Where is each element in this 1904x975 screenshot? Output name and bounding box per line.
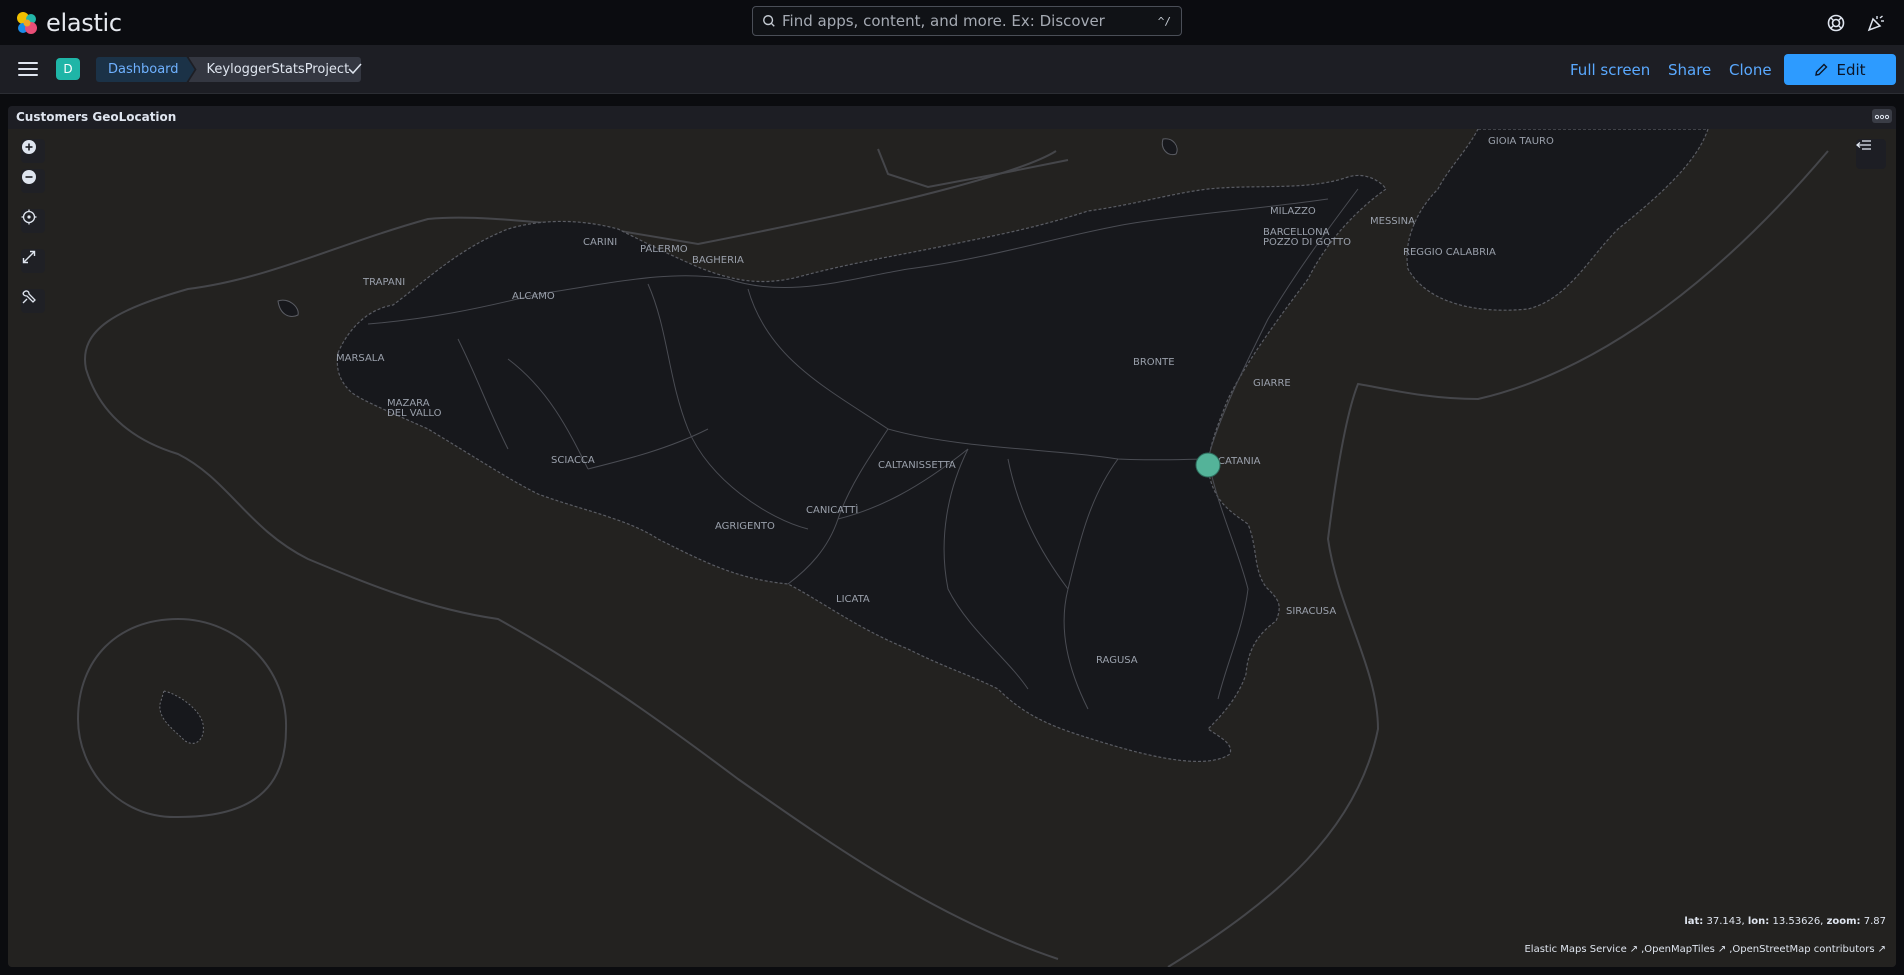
city-label: CATANIA [1218,456,1261,467]
search-icon [763,15,775,27]
help-icon[interactable] [1826,13,1846,33]
edit-button[interactable]: Edit [1784,54,1896,85]
top-header: elastic ^/ [0,0,1904,45]
map-attribution: Elastic Maps Service ↗ ,OpenMapTiles ↗ ,… [1524,944,1886,955]
zoom-out-button[interactable] [21,169,45,193]
global-search[interactable]: ^/ [752,6,1182,36]
external-link-icon: ↗ [1717,944,1727,955]
attribution-openmaptiles[interactable]: ,OpenMapTiles [1641,944,1715,955]
share-button[interactable]: Share [1668,61,1711,79]
layer-control-toggle[interactable] [1856,139,1886,169]
city-label: LICATA [836,594,870,605]
menu-toggle-icon[interactable] [18,62,38,76]
city-label: ALCAMO [512,291,555,302]
city-label: BAGHERIA [692,255,744,266]
elastic-logo[interactable]: elastic [14,9,122,37]
saved-check-icon [348,63,362,75]
plus-icon [22,140,36,154]
map-layer: GIOIA TAURO MILAZZO MESSINA BARCELLONA P… [76,129,1829,967]
city-label: RAGUSA [1096,655,1138,666]
breadcrumb: Dashboard KeyloggerStatsProject [96,57,362,82]
breadcrumb-dashboard[interactable]: Dashboard [96,57,195,82]
city-label: SCIACCA [551,455,595,466]
city-label: CALTANISSETTA [878,460,956,471]
lat-label: lat: [1684,916,1704,927]
dashboard-nav-bar: D Dashboard KeyloggerStatsProject Full s… [0,45,1904,94]
space-avatar[interactable]: D [56,58,80,80]
malta-island [159,690,204,744]
attribution-ems[interactable]: Elastic Maps Service [1524,944,1626,955]
elastic-logo-icon [17,12,37,34]
city-label: CANICATTÌ [806,503,858,516]
zoom-value: 7.87 [1863,916,1886,927]
minus-icon [22,170,36,184]
city-label: BRONTE [1133,357,1175,368]
city-label: MARSALA [336,353,385,364]
ustica-island [1161,138,1178,156]
city-label: POZZO DI GOTTO [1263,237,1351,248]
full-screen-button[interactable]: Full screen [1570,61,1650,79]
external-link-icon: ↗ [1877,944,1886,955]
map-panel: Customers GeoLocation GIOIA TAURO MILAZZ… [8,106,1896,967]
city-label: CARINI [583,237,617,248]
city-label: SIRACUSA [1286,606,1336,617]
pencil-icon [1815,63,1828,76]
egadi-island [277,299,299,317]
map-coordinates: lat: 37.143, lon: 13.53626, zoom: 7.87 [1684,916,1886,927]
customer-location-marker[interactable] [1195,452,1221,478]
search-shortcut: ^/ [1157,14,1171,28]
city-label: MILAZZO [1270,206,1316,217]
zoom-in-button[interactable] [21,139,45,163]
crosshair-icon [21,209,37,225]
attribution-osm[interactable]: ,OpenStreetMap contributors [1729,944,1874,955]
tools-button[interactable] [21,289,45,313]
lat-value: 37.143, [1706,916,1745,927]
city-label: DEL VALLO [387,408,442,419]
wrench-icon [22,290,36,304]
collapse-left-icon [1856,140,1871,150]
city-label: AGRIGENTO [715,521,775,532]
map-canvas[interactable]: GIOIA TAURO MILAZZO MESSINA BARCELLONA P… [8,129,1896,967]
fit-to-data-button[interactable] [21,249,45,273]
panel-options-icon[interactable] [1872,109,1892,123]
breadcrumb-current: KeyloggerStatsProject [188,57,362,82]
city-label: REGGIO CALABRIA [1403,247,1496,258]
city-label: GIARRE [1253,378,1291,389]
calabria-landmass [1406,129,1709,311]
set-view-button[interactable] [21,209,45,233]
search-input[interactable] [776,12,1158,30]
city-label: GIOIA TAURO [1488,136,1554,147]
city-label: MESSINA [1370,216,1415,227]
external-link-icon: ↗ [1629,944,1639,955]
zoom-label: zoom: [1826,916,1861,927]
brand-name: elastic [46,9,122,37]
lon-label: lon: [1747,916,1770,927]
edit-button-label: Edit [1836,60,1866,79]
news-feed-icon[interactable] [1866,13,1886,33]
expand-icon [22,250,36,264]
clone-button[interactable]: Clone [1729,61,1772,79]
sicily-landmass [336,174,1387,763]
city-label: TRAPANI [362,277,405,288]
lon-value: 13.53626, [1772,916,1824,927]
city-label: PALERMO [640,244,688,255]
panel-title: Customers GeoLocation [16,110,177,124]
